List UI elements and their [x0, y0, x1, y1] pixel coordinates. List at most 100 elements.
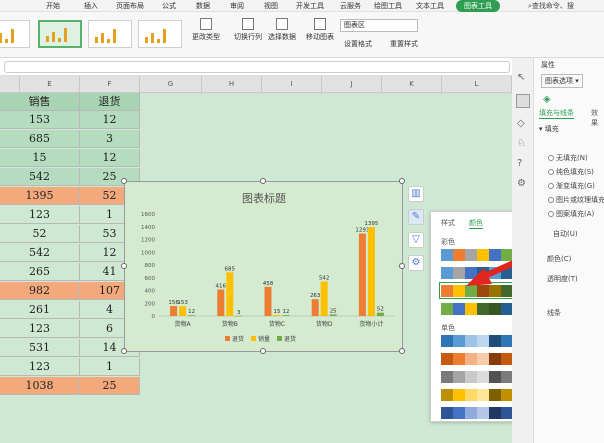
cell-sales[interactable]: 153	[0, 111, 80, 129]
radio-no-fill[interactable]: 无填充(N)	[548, 153, 588, 163]
reset-style-button[interactable]: 重置样式	[390, 39, 418, 49]
mono-swatch[interactable]	[489, 407, 501, 419]
format-selection-button[interactable]: 设置格式	[344, 39, 372, 49]
bar[interactable]	[367, 227, 375, 316]
tab-fill-line[interactable]: 填充与线条	[539, 108, 574, 119]
properties-icon[interactable]	[516, 94, 530, 108]
cell-sales[interactable]: 52	[0, 225, 80, 243]
mono-swatch[interactable]	[477, 335, 489, 347]
resize-handle-b[interactable]	[260, 348, 266, 354]
mono-swatch[interactable]	[465, 389, 477, 401]
cell-returns[interactable]: 12	[80, 111, 140, 129]
cell-returns[interactable]: 25	[80, 377, 140, 395]
bar[interactable]	[376, 312, 384, 316]
section-fill[interactable]: ▾ 填充	[539, 124, 559, 134]
mono-swatch[interactable]	[453, 371, 465, 383]
multicolor-swatch[interactable]	[441, 303, 453, 315]
chart-title[interactable]: 图表标题	[242, 191, 286, 205]
cell-sales[interactable]: 982	[0, 282, 80, 300]
cell-sales[interactable]: 123	[0, 206, 80, 224]
formula-input[interactable]	[4, 61, 510, 73]
mono-swatch[interactable]	[465, 407, 477, 419]
bar[interactable]	[264, 286, 272, 316]
cell-sales[interactable]: 531	[0, 339, 80, 357]
bar[interactable]	[320, 281, 328, 316]
help-icon[interactable]: ?	[517, 158, 522, 169]
tab-effects[interactable]: 效果	[591, 108, 604, 128]
mono-swatch[interactable]	[489, 335, 501, 347]
mono-swatch[interactable]	[441, 353, 453, 365]
select-data-button[interactable]: 选择数据	[268, 18, 296, 42]
mono-swatch[interactable]	[441, 407, 453, 419]
bar[interactable]	[311, 299, 319, 316]
col-header-l[interactable]: L	[442, 76, 512, 93]
multicolor-swatch[interactable]	[477, 303, 489, 315]
bar[interactable]	[282, 315, 290, 316]
mono-swatch[interactable]	[441, 335, 453, 347]
chart-style-thumb-4[interactable]	[138, 20, 182, 48]
menu-insert[interactable]: 插入	[84, 1, 98, 11]
mono-swatch[interactable]	[477, 389, 489, 401]
menu-chart-tools[interactable]: 图表工具	[456, 0, 500, 12]
bar[interactable]	[217, 289, 225, 316]
resize-handle-br[interactable]	[399, 348, 405, 354]
mono-swatch[interactable]	[441, 389, 453, 401]
auto-option[interactable]: 自动(U)	[553, 229, 578, 239]
mono-swatch[interactable]	[453, 353, 465, 365]
mono-swatch[interactable]	[477, 407, 489, 419]
chart-settings-gear-icon[interactable]: ⚙	[408, 255, 424, 271]
cell-sales[interactable]: 1395	[0, 187, 80, 205]
menu-developer[interactable]: 开发工具	[296, 1, 324, 11]
resize-handle-l[interactable]	[121, 263, 127, 269]
col-header-k[interactable]: K	[382, 76, 442, 93]
mono-swatch[interactable]	[489, 353, 501, 365]
chart-filter-icon[interactable]: ▽	[408, 232, 424, 248]
chart-style-brush-icon[interactable]: ✎	[408, 209, 424, 225]
header-sales[interactable]: 销售	[0, 93, 80, 111]
menu-page-layout[interactable]: 页面布局	[116, 1, 144, 11]
menu-drawing-tools[interactable]: 绘图工具	[374, 1, 402, 11]
col-header-f[interactable]: F	[80, 76, 140, 93]
col-header-g[interactable]: G	[140, 76, 202, 93]
cell-sales[interactable]: 542	[0, 168, 80, 186]
cell-returns[interactable]: 1	[80, 358, 140, 376]
col-header-e[interactable]: E	[20, 76, 80, 93]
menu-view[interactable]: 视图	[264, 1, 278, 11]
resize-handle-tl[interactable]	[121, 178, 127, 184]
bar[interactable]	[179, 306, 187, 316]
command-search[interactable]: ⌕查找命令、搜	[528, 1, 574, 11]
chart-element-dropdown[interactable]: 图表区	[340, 19, 418, 32]
chart-style-thumb-3[interactable]	[88, 20, 132, 48]
mono-swatch[interactable]	[477, 353, 489, 365]
chart-options-dropdown[interactable]: 图表选项 ▾	[541, 74, 583, 88]
resize-handle-t[interactable]	[260, 178, 266, 184]
shape-icon[interactable]: ◇	[517, 118, 525, 129]
settings-icon[interactable]: ⚙	[517, 178, 526, 189]
menu-home[interactable]: 开始	[46, 1, 60, 11]
cell-returns[interactable]: 3	[80, 130, 140, 148]
menu-data[interactable]: 数据	[196, 1, 210, 11]
mono-swatch[interactable]	[477, 371, 489, 383]
cell-sales[interactable]: 261	[0, 301, 80, 319]
resize-handle-tr[interactable]	[399, 178, 405, 184]
multicolor-swatch[interactable]	[465, 303, 477, 315]
chart-area[interactable]: 图表标题 1600 1400 1200 1000 800 600 400 200 0 货物A 15 6…	[124, 181, 403, 352]
multicolor-swatch[interactable]	[489, 303, 501, 315]
menu-review[interactable]: 审阅	[230, 1, 244, 11]
mono-swatch[interactable]	[453, 389, 465, 401]
radio-picture-fill[interactable]: 图片或纹理填充	[548, 195, 604, 205]
menu-cloud[interactable]: 云服务	[340, 1, 361, 11]
bar[interactable]	[329, 314, 337, 316]
col-header-i[interactable]: I	[262, 76, 322, 93]
chart-elements-icon[interactable]: ▥	[408, 186, 424, 202]
bar[interactable]	[358, 233, 366, 316]
legend-label[interactable]: 退货	[232, 335, 244, 343]
bar[interactable]	[226, 272, 234, 316]
legend-label[interactable]: 退货	[284, 335, 296, 343]
resize-handle-bl[interactable]	[121, 348, 127, 354]
cell-sales[interactable]: 685	[0, 130, 80, 148]
mono-swatch[interactable]	[465, 335, 477, 347]
mono-swatch[interactable]	[453, 407, 465, 419]
resize-handle-r[interactable]	[399, 263, 405, 269]
bar[interactable]	[273, 315, 281, 316]
